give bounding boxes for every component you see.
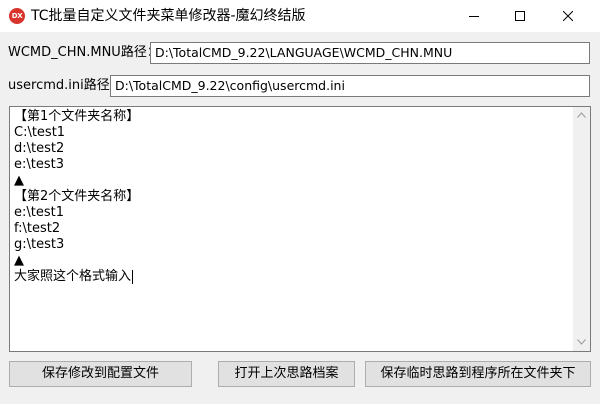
vertical-scrollbar[interactable] [573, 107, 590, 351]
memo-line: f:\test2 [14, 221, 61, 236]
ini-path-field[interactable]: D:\TotalCMD_9.22\config\usercmd.ini [110, 75, 590, 97]
memo-line: ▲ [14, 173, 24, 188]
memo-line: e:\test1 [14, 205, 64, 220]
window-title: TC批量自定义文件夹菜单修改器-魔幻终结版 [31, 8, 306, 24]
save-temp-button[interactable]: 保存临时思路到程序所在文件夹下 [365, 361, 591, 387]
scroll-up-button[interactable] [573, 107, 590, 124]
memo-line: 【第2个文件夹名称】 [14, 189, 140, 204]
chevron-down-icon [577, 339, 586, 345]
open-last-button[interactable]: 打开上次思路档案 [218, 361, 355, 387]
maximize-icon [515, 11, 525, 21]
memo-line-text: 大家照这个格式输入 [14, 269, 132, 284]
memo-line: e:\test3 [14, 157, 64, 172]
app-logo-icon: DX [9, 8, 25, 24]
mnu-path-label: WCMD_CHN.MNU路径： [8, 45, 160, 60]
memo-line: g:\test3 [14, 237, 65, 252]
maximize-button[interactable] [497, 0, 543, 32]
memo-line: ▲ [14, 253, 24, 268]
mnu-path-field[interactable]: D:\TotalCMD_9.22\LANGUAGE\WCMD_CHN.MNU [150, 42, 590, 64]
memo-line: d:\test2 [14, 141, 65, 156]
memo-line-last: 大家照这个格式输入 [14, 269, 570, 285]
scroll-down-button[interactable] [573, 334, 590, 351]
chevron-up-icon [577, 112, 586, 118]
minimize-button[interactable] [451, 0, 497, 32]
main-window: DX TC批量自定义文件夹菜单修改器-魔幻终结版 WCMD_CHN.MNU路径：… [0, 0, 600, 404]
memo-line: 【第1个文件夹名称】 [14, 109, 140, 124]
close-button[interactable] [545, 0, 591, 32]
memo-content: 【第1个文件夹名称】 C:\test1 d:\test2 e:\test3 ▲ … [14, 109, 570, 285]
ini-path-label: usercmd.ini路径： [8, 78, 123, 93]
memo-line: C:\test1 [14, 125, 66, 140]
close-icon [563, 11, 573, 21]
minimize-icon [469, 16, 479, 17]
save-config-button[interactable]: 保存修改到配置文件 [9, 361, 192, 387]
folder-list-textarea[interactable]: 【第1个文件夹名称】 C:\test1 d:\test2 e:\test3 ▲ … [9, 106, 591, 352]
title-bar[interactable]: DX TC批量自定义文件夹菜单修改器-魔幻终结版 [0, 0, 600, 32]
text-caret [132, 269, 134, 284]
